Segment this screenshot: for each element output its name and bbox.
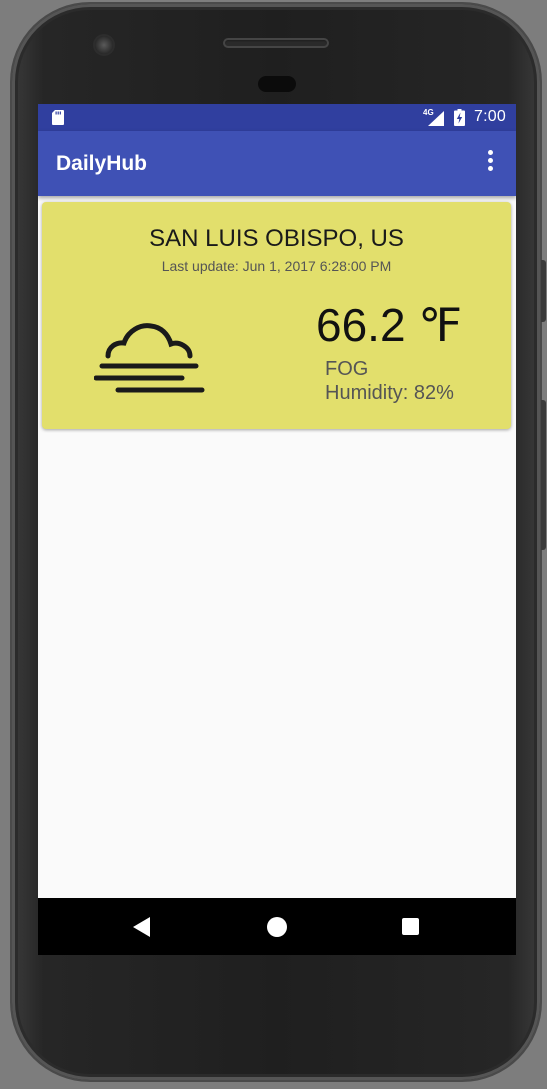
proximity-sensor bbox=[258, 76, 296, 92]
more-vert-icon bbox=[488, 150, 493, 155]
volume-button bbox=[541, 400, 546, 550]
app-title: DailyHub bbox=[56, 152, 148, 175]
temperature-value: 66.2 ℉ bbox=[316, 299, 463, 351]
city-name: SAN LUIS OBISPO, US bbox=[149, 225, 404, 252]
overflow-menu-button[interactable] bbox=[478, 147, 502, 179]
weather-card[interactable]: SAN LUIS OBISPO, US Last update: Jun 1, … bbox=[42, 202, 511, 429]
humidity-value: Humidity: 82% bbox=[325, 382, 454, 404]
weather-condition: FOG bbox=[325, 358, 369, 380]
front-camera bbox=[95, 36, 113, 54]
earpiece-speaker bbox=[223, 38, 329, 48]
status-bar: 4G 7:00 bbox=[38, 104, 516, 131]
recents-icon[interactable] bbox=[402, 918, 419, 935]
navigation-bar bbox=[38, 898, 516, 955]
battery-charging-icon bbox=[454, 109, 465, 126]
cell-signal-icon bbox=[428, 111, 444, 126]
back-icon[interactable] bbox=[133, 917, 151, 937]
fog-icon bbox=[94, 323, 205, 393]
last-update-text: Last update: Jun 1, 2017 6:28:00 PM bbox=[161, 258, 392, 274]
power-button bbox=[541, 260, 546, 322]
device-screen: 4G 7:00 DailyHub SAN LUIS OBISPO, US Las… bbox=[38, 104, 516, 955]
sd-card-icon bbox=[52, 110, 64, 125]
app-bar: DailyHub bbox=[38, 131, 516, 196]
status-clock: 7:00 bbox=[474, 108, 506, 125]
home-icon[interactable] bbox=[267, 917, 287, 937]
